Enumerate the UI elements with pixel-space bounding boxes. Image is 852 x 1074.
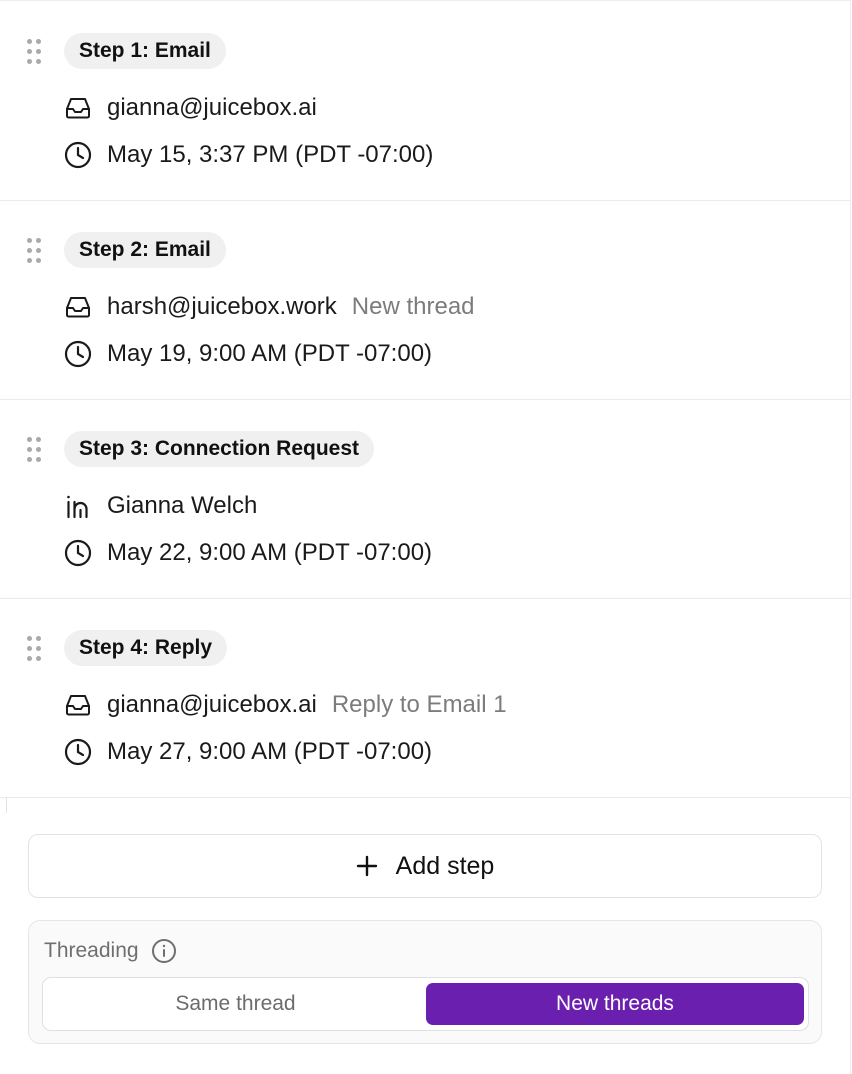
step-card-4[interactable]: Step 4: Reply gianna@juicebox.ai Reply t… <box>0 599 850 798</box>
sender-account: gianna@juicebox.ai <box>107 94 317 121</box>
drag-handle-icon[interactable] <box>27 238 43 264</box>
step-label: Step 3: Connection Request <box>64 431 375 467</box>
step-sender-row: gianna@juicebox.ai <box>64 92 317 124</box>
schedule-time: May 22, 9:00 AM (PDT -07:00) <box>107 539 433 566</box>
threading-panel: Threading Same thread New threads <box>28 920 822 1044</box>
linkedin-contact-name: Gianna Welch <box>107 492 258 519</box>
panel-top-border <box>0 0 850 1</box>
drag-handle-icon[interactable] <box>27 437 43 463</box>
info-icon[interactable] <box>151 938 177 964</box>
schedule-time: May 15, 3:37 PM (PDT -07:00) <box>107 141 434 168</box>
step-card-1[interactable]: Step 1: Email gianna@juicebox.ai May 15,… <box>0 2 850 201</box>
inbox-icon <box>64 94 92 122</box>
plus-icon <box>356 855 378 877</box>
step-label: Step 4: Reply <box>64 630 228 666</box>
panel-right-border <box>850 0 851 1074</box>
sender-account: harsh@juicebox.work <box>107 293 337 320</box>
drag-handle-icon[interactable] <box>27 39 43 65</box>
new-threads-option[interactable]: New threads <box>426 983 804 1025</box>
clock-icon <box>64 738 92 766</box>
clock-icon <box>64 539 92 567</box>
linkedin-icon <box>64 492 92 520</box>
step-schedule-row: May 22, 9:00 AM (PDT -07:00) <box>64 537 432 569</box>
step-sender-row: harsh@juicebox.work New thread <box>64 291 475 323</box>
sender-account: gianna@juicebox.ai <box>107 691 317 718</box>
inbox-icon <box>64 293 92 321</box>
threading-header: Threading <box>44 938 177 964</box>
add-step-label: Add step <box>395 851 495 880</box>
divider <box>6 797 7 813</box>
step-card-2[interactable]: Step 2: Email harsh@juicebox.work New th… <box>0 201 850 400</box>
step-schedule-row: May 15, 3:37 PM (PDT -07:00) <box>64 139 433 171</box>
step-label: Step 2: Email <box>64 232 226 268</box>
step-sender-row: Gianna Welch <box>64 490 257 522</box>
clock-icon <box>64 141 92 169</box>
sequence-steps-panel: Step 1: Email gianna@juicebox.ai May 15,… <box>0 0 852 1074</box>
thread-note: New thread <box>351 293 475 320</box>
step-schedule-row: May 27, 9:00 AM (PDT -07:00) <box>64 736 432 768</box>
clock-icon <box>64 340 92 368</box>
step-sender-row: gianna@juicebox.ai Reply to Email 1 <box>64 689 507 721</box>
add-step-button[interactable]: Add step <box>28 834 822 898</box>
threading-title: Threading <box>44 939 139 962</box>
step-card-3[interactable]: Step 3: Connection Request Gianna Welch … <box>0 400 850 599</box>
drag-handle-icon[interactable] <box>27 636 43 662</box>
same-thread-option[interactable]: Same thread <box>47 983 424 1025</box>
schedule-time: May 19, 9:00 AM (PDT -07:00) <box>107 340 433 367</box>
step-label: Step 1: Email <box>64 33 226 69</box>
step-schedule-row: May 19, 9:00 AM (PDT -07:00) <box>64 338 432 370</box>
threading-toggle: Same thread New threads <box>42 977 809 1031</box>
thread-note: Reply to Email 1 <box>331 691 507 718</box>
schedule-time: May 27, 9:00 AM (PDT -07:00) <box>107 738 433 765</box>
inbox-icon <box>64 691 92 719</box>
